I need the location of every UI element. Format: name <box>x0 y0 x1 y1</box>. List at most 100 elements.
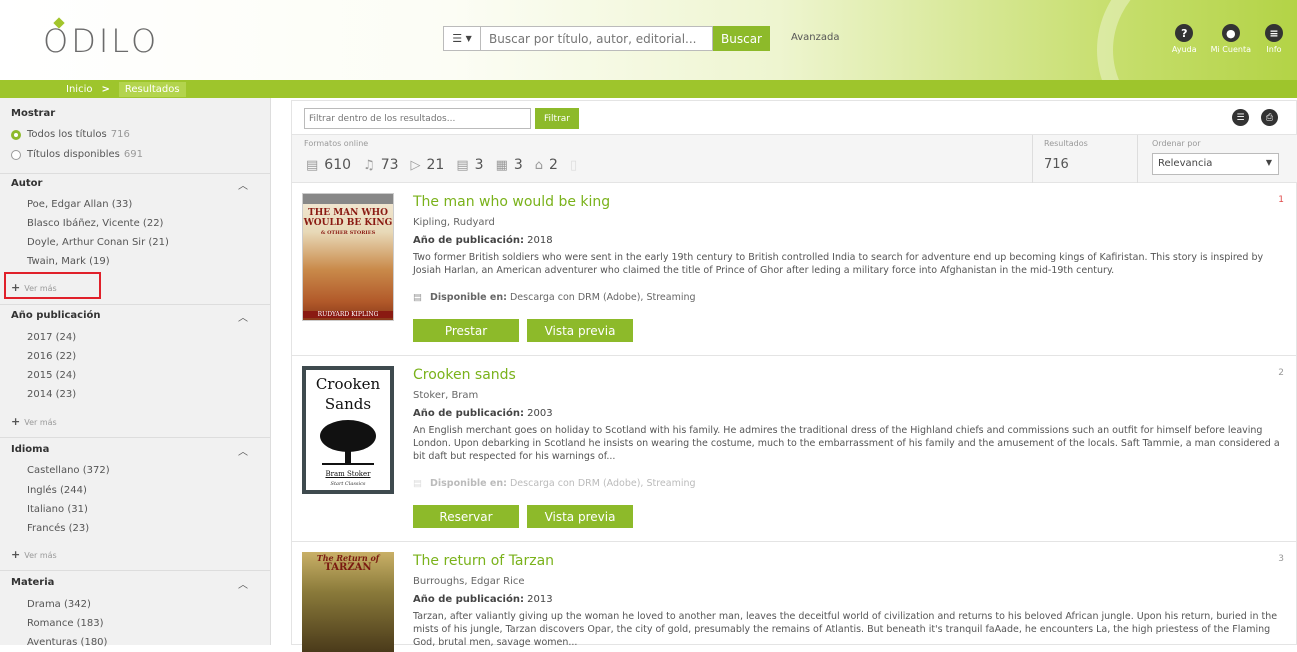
borrow-button[interactable]: Prestar <box>413 319 519 342</box>
header: ODILO ☰ ▼ Buscar Avanzada ? Ayuda ● Mi C… <box>0 0 1297 80</box>
format-count: 73 <box>380 157 399 173</box>
filter-item-year[interactable]: 2016 (22) <box>27 351 76 362</box>
formats-label: Formatos online <box>304 139 369 148</box>
result-author[interactable]: Kipling, Rudyard <box>413 217 495 228</box>
result-item: THE MAN WHO WOULD BE KING & OTHER STORIE… <box>292 183 1297 356</box>
book-cover[interactable]: Crooken Sands Bram Stoker Start Classics <box>302 366 394 494</box>
result-author[interactable]: Stoker, Bram <box>413 390 478 401</box>
preview-button[interactable]: Vista previa <box>527 505 633 528</box>
odilo-logo[interactable]: ODILO <box>43 17 159 60</box>
radio-all-titles[interactable]: Todos los títulos 716 <box>11 129 130 140</box>
account-icon: ● <box>1221 24 1240 42</box>
filter-item-language[interactable]: Inglés (244) <box>27 485 87 496</box>
section-title-autor: Autor <box>11 178 43 189</box>
section-divider <box>0 304 270 305</box>
section-divider <box>0 437 270 438</box>
book-cover[interactable]: The Return of TARZAN <box>302 552 394 652</box>
ver-mas-idioma[interactable]: + Ver más <box>11 548 57 561</box>
filter-item-author[interactable]: Poe, Edgar Allan (33) <box>27 199 132 210</box>
filter-sidebar: Mostrar Todos los títulos 716 Títulos di… <box>0 98 271 648</box>
order-label: Ordenar por <box>1152 139 1201 148</box>
print-icon[interactable]: ⎙ <box>1261 109 1278 126</box>
plus-icon: + <box>11 548 21 561</box>
filter-item-author[interactable]: Blasco Ibáñez, Vicente (22) <box>27 218 163 229</box>
preview-button[interactable]: Vista previa <box>527 319 633 342</box>
reserve-button[interactable]: Reservar <box>413 505 519 528</box>
account-button[interactable]: ● Mi Cuenta <box>1211 24 1251 54</box>
cover-line: Crooken <box>315 375 381 393</box>
ver-mas-label: Ver más <box>24 418 57 427</box>
result-title[interactable]: Crooken sands <box>413 367 516 383</box>
advanced-search-link[interactable]: Avanzada <box>791 32 840 43</box>
collapse-chevron-icon[interactable]: ︿ <box>238 443 248 458</box>
year-label: Año de publicación: <box>413 594 524 605</box>
search-input[interactable] <box>480 26 713 51</box>
year-label: Año de publicación: <box>413 408 524 419</box>
book-cover[interactable]: THE MAN WHO WOULD BE KING & OTHER STORIE… <box>302 193 394 321</box>
filter-item-year[interactable]: 2014 (23) <box>27 389 76 400</box>
year-value: 2013 <box>527 594 553 605</box>
info-button[interactable]: ≡ Info <box>1265 24 1283 54</box>
filter-item-language[interactable]: Italiano (31) <box>27 504 88 515</box>
filter-item-author[interactable]: Doyle, Arthur Conan Sir (21) <box>27 237 169 248</box>
format-filters: ▤ 610 ♫ 73 ▷ 21 ▤ 3 ▦ 3 ⌂ 2 ▯ <box>306 157 577 173</box>
section-title-idioma: Idioma <box>11 444 50 455</box>
list-view-icon[interactable]: ☰ <box>1232 109 1249 126</box>
format-magazine[interactable]: ▦ 3 <box>496 157 523 173</box>
filter-item-subject[interactable]: Aventuras (180) <box>27 637 107 648</box>
collapse-chevron-icon[interactable]: ︿ <box>238 576 248 591</box>
filter-item-language[interactable]: Francés (23) <box>27 523 89 534</box>
format-audiobook[interactable]: ♫ 73 <box>363 157 398 173</box>
filter-item-author[interactable]: Twain, Mark (19) <box>27 256 110 267</box>
search-type-dropdown[interactable]: ☰ ▼ <box>443 26 480 51</box>
format-course[interactable]: ⌂ 2 <box>535 157 558 173</box>
plus-icon: + <box>11 415 21 428</box>
radio-available-titles[interactable]: Títulos disponibles 691 <box>11 149 143 160</box>
book-icon: ▤ <box>413 292 422 303</box>
format-ebook[interactable]: ▤ 610 <box>306 157 351 173</box>
cover-line: & OTHER STORIES <box>320 230 376 236</box>
result-author[interactable]: Burroughs, Edgar Rice <box>413 576 525 587</box>
chevron-down-icon: ▼ <box>1265 158 1272 167</box>
breadcrumb-current: Resultados <box>118 81 186 97</box>
format-video[interactable]: ▷ 21 <box>411 157 445 173</box>
breadcrumb-home[interactable]: Inicio <box>66 84 92 95</box>
cover-title: Crooken Sands <box>306 374 390 414</box>
help-icon: ? <box>1175 24 1194 42</box>
order-select[interactable]: Relevancia ▼ <box>1152 153 1279 175</box>
result-item: The Return of TARZAN The return of Tarza… <box>292 542 1297 652</box>
cover-line: Sands <box>324 395 372 413</box>
breadcrumb-bar: Inicio > Resultados <box>0 80 1297 98</box>
filter-button[interactable]: Filtrar <box>535 108 579 129</box>
result-title[interactable]: The return of Tarzan <box>413 553 554 569</box>
filter-item-year[interactable]: 2015 (24) <box>27 370 76 381</box>
result-availability: ▤ Disponible en: Descarga con DRM (Adobe)… <box>413 478 696 489</box>
format-other[interactable]: ▯ <box>570 157 577 173</box>
collapse-chevron-icon[interactable]: ︿ <box>238 177 248 192</box>
help-label: Ayuda <box>1171 45 1197 54</box>
radio-label: Títulos disponibles <box>27 149 120 160</box>
section-title-mostrar: Mostrar <box>11 108 56 119</box>
result-title[interactable]: The man who would be king <box>413 194 610 210</box>
help-button[interactable]: ? Ayuda <box>1172 24 1197 54</box>
result-availability: ▤ Disponible en: Descarga con DRM (Adobe)… <box>413 292 696 303</box>
search-button[interactable]: Buscar <box>713 26 770 51</box>
filter-item-subject[interactable]: Romance (183) <box>27 618 104 629</box>
ebook-icon: ▤ <box>306 157 319 173</box>
format-document[interactable]: ▤ 3 <box>456 157 483 173</box>
results-count: 716 <box>1044 157 1069 172</box>
filter-item-year[interactable]: 2017 (24) <box>27 332 76 343</box>
filter-results-input[interactable] <box>304 108 531 129</box>
info-label: Info <box>1266 45 1282 54</box>
cover-line: WOULD BE KING <box>303 218 393 228</box>
result-description: An English merchant goes on holiday to S… <box>413 425 1280 462</box>
filter-item-language[interactable]: Castellano (372) <box>27 465 110 476</box>
filter-item-subject[interactable]: Drama (342) <box>27 599 91 610</box>
collapse-chevron-icon[interactable]: ︿ <box>238 309 248 324</box>
ver-mas-anio[interactable]: + Ver más <box>11 415 57 428</box>
results-panel: Filtrar ☰ ⎙ Formatos online ▤ 610 ♫73 ▷21… <box>291 100 1297 652</box>
results-label: Resultados <box>1044 139 1088 148</box>
format-count: 3 <box>474 157 484 173</box>
format-count: 610 <box>324 157 352 173</box>
header-icons: ? Ayuda ● Mi Cuenta ≡ Info <box>1172 24 1283 54</box>
